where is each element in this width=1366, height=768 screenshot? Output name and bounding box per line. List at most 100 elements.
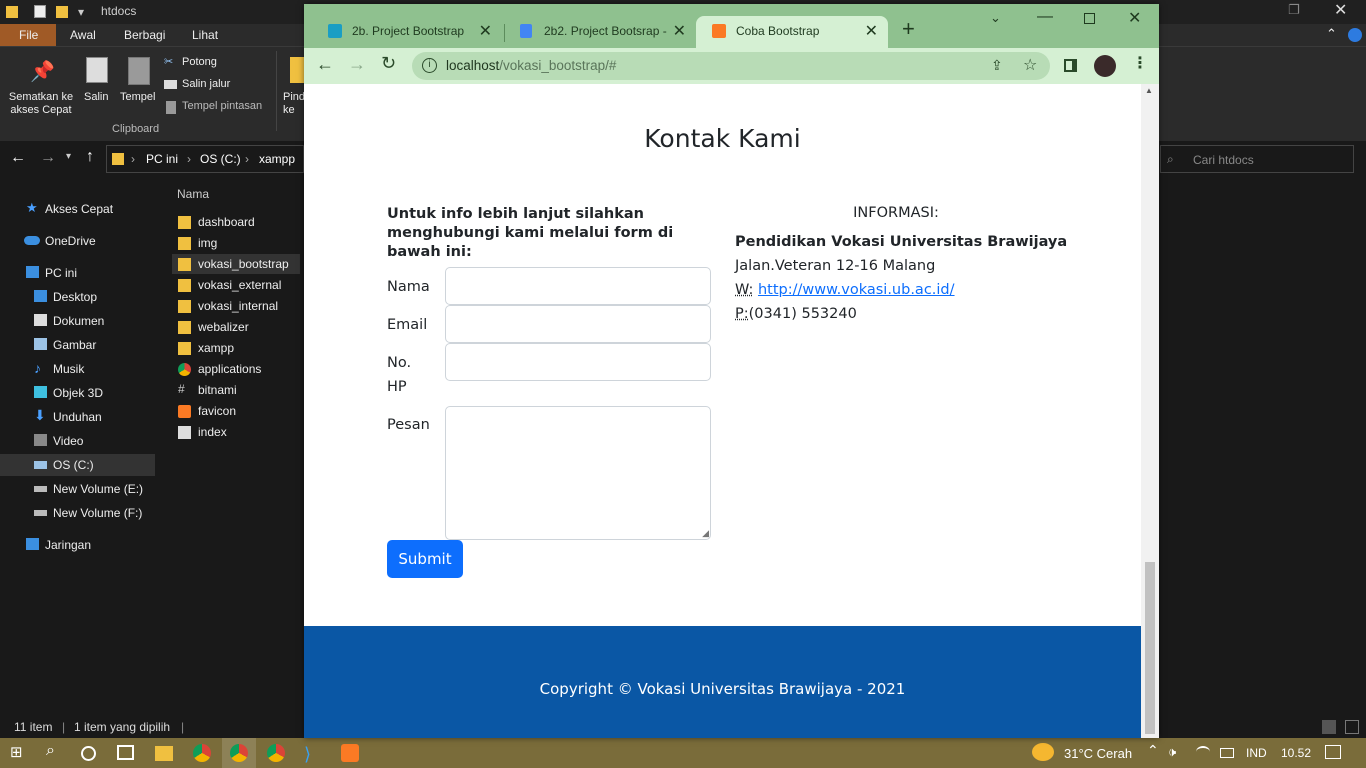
side-panel-icon[interactable] bbox=[1064, 59, 1077, 72]
wifi-icon[interactable] bbox=[1196, 746, 1210, 758]
maximize-icon[interactable] bbox=[1084, 13, 1095, 24]
sidebar-item-music[interactable]: ♪ Musik bbox=[0, 358, 155, 380]
list-item[interactable]: img bbox=[172, 233, 300, 253]
list-item[interactable]: favicon bbox=[172, 401, 300, 421]
list-item[interactable]: applications bbox=[172, 359, 300, 379]
vscode-icon[interactable]: ⟩ bbox=[304, 744, 322, 764]
profile-avatar[interactable] bbox=[1094, 55, 1116, 77]
sidebar-item-documents[interactable]: Dokumen bbox=[0, 310, 155, 332]
scrollbar-thumb[interactable] bbox=[1145, 562, 1155, 734]
task-view-icon[interactable] bbox=[117, 745, 134, 760]
list-item[interactable]: xampp bbox=[172, 338, 300, 358]
menu-awal[interactable]: Awal bbox=[70, 28, 96, 42]
speaker-icon[interactable]: 🕩 bbox=[1168, 744, 1176, 760]
name-input[interactable] bbox=[445, 267, 711, 305]
sidebar-item-3d[interactable]: Objek 3D bbox=[0, 382, 155, 404]
list-item[interactable]: # bitnami bbox=[172, 380, 300, 400]
close-tab-icon[interactable]: ✕ bbox=[479, 21, 492, 41]
language-indicator[interactable]: IND bbox=[1246, 746, 1267, 760]
forward-icon[interactable]: → bbox=[40, 149, 56, 167]
tab-search-icon[interactable]: ⌄ bbox=[990, 10, 1001, 26]
close-icon[interactable]: ✕ bbox=[1334, 0, 1347, 20]
sidebar-item-onedrive[interactable]: OneDrive bbox=[0, 230, 155, 252]
menu-kebab-icon[interactable]: ⋮ bbox=[1132, 53, 1148, 73]
collapse-ribbon-icon[interactable]: ⌃ bbox=[1326, 26, 1337, 42]
address-bar[interactable]: › PC ini › OS (C:) › xampp bbox=[106, 145, 304, 173]
close-window-icon[interactable]: ✕ bbox=[1128, 8, 1141, 28]
sidebar-item-downloads[interactable]: ⬇ Unduhan bbox=[0, 406, 155, 428]
list-item[interactable]: index bbox=[172, 422, 300, 442]
properties-icon[interactable] bbox=[34, 5, 46, 18]
web-link[interactable]: http://www.vokasi.ub.ac.id/ bbox=[758, 282, 955, 298]
tab-coba-bootstrap[interactable]: Coba Bootstrap ✕ bbox=[696, 16, 888, 48]
list-item[interactable]: vokasi_internal bbox=[172, 296, 300, 316]
help-icon[interactable] bbox=[1348, 28, 1362, 42]
email-input[interactable] bbox=[445, 305, 711, 343]
cortana-icon[interactable] bbox=[81, 746, 96, 761]
clock[interactable]: 10.52 bbox=[1281, 746, 1311, 760]
weather-text[interactable]: 31°C Cerah bbox=[1064, 746, 1132, 761]
list-item[interactable]: vokasi_external bbox=[172, 275, 300, 295]
new-tab-icon[interactable]: + bbox=[902, 18, 915, 40]
sidebar-item-pc[interactable]: PC ini bbox=[0, 262, 155, 284]
sidebar-item-video[interactable]: Video bbox=[0, 430, 155, 452]
minimize-icon[interactable]: — bbox=[1037, 8, 1053, 26]
breadcrumb-os[interactable]: OS (C:) bbox=[200, 152, 241, 166]
chrome-icon[interactable] bbox=[267, 744, 285, 762]
reload-icon[interactable]: ↻ bbox=[381, 53, 396, 74]
sidebar-item-quick-access[interactable]: ★ Akses Cepat bbox=[0, 198, 155, 220]
sidebar-item-pictures[interactable]: Gambar bbox=[0, 334, 155, 356]
paste-button[interactable]: Tempel bbox=[120, 91, 155, 103]
chrome-icon[interactable] bbox=[193, 744, 211, 762]
cut-button[interactable]: Potong bbox=[182, 56, 217, 68]
phone-input[interactable] bbox=[445, 343, 711, 381]
details-view-icon[interactable] bbox=[1322, 720, 1336, 734]
sidebar-item-os-c[interactable]: OS (C:) bbox=[0, 454, 155, 476]
chevron-up-icon[interactable]: ⌃ bbox=[1147, 742, 1159, 759]
tiles-view-icon[interactable] bbox=[1345, 720, 1359, 734]
paste-shortcut-button[interactable]: Tempel pintasan bbox=[182, 100, 262, 112]
menu-lihat[interactable]: Lihat bbox=[192, 28, 218, 42]
battery-icon[interactable] bbox=[1220, 748, 1234, 758]
back-icon[interactable]: ← bbox=[316, 54, 334, 75]
address-bar[interactable]: i localhost/vokasi_bootstrap/# ⇪ ☆ bbox=[412, 52, 1050, 80]
sidebar-item-desktop[interactable]: Desktop bbox=[0, 286, 155, 308]
weather-icon[interactable] bbox=[1032, 743, 1054, 761]
restore-icon[interactable]: ❐ bbox=[1288, 2, 1300, 18]
sidebar-item-volume-f[interactable]: New Volume (F:) bbox=[0, 502, 155, 524]
recent-locations-icon[interactable]: ▾ bbox=[66, 151, 71, 162]
resize-handle-icon[interactable]: ◢ bbox=[702, 528, 709, 539]
close-tab-icon[interactable]: ✕ bbox=[865, 21, 878, 41]
tab-project-bootstrap[interactable]: 2b. Project Bootstrap ✕ bbox=[312, 16, 502, 48]
bookmark-star-icon[interactable]: ☆ bbox=[1023, 55, 1037, 75]
menu-file[interactable]: File bbox=[19, 28, 38, 42]
scroll-up-icon[interactable]: ▲ bbox=[1145, 86, 1153, 95]
back-icon[interactable]: ← bbox=[10, 149, 26, 167]
move-to-button[interactable]: Pind ke bbox=[283, 91, 305, 117]
search-icon[interactable]: ⌕ bbox=[46, 742, 68, 764]
submit-button[interactable]: Submit bbox=[387, 540, 463, 578]
list-item[interactable]: dashboard bbox=[172, 212, 300, 232]
forward-icon[interactable]: → bbox=[348, 54, 366, 75]
customize-quick-access-icon[interactable]: ▾ bbox=[78, 5, 84, 19]
close-tab-icon[interactable]: ✕ bbox=[673, 21, 686, 41]
copy-path-button[interactable]: Salin jalur bbox=[182, 78, 230, 90]
copy-button[interactable]: Salin bbox=[84, 91, 108, 103]
list-item-selected[interactable]: vokasi_bootstrap bbox=[172, 254, 300, 274]
page-scrollbar[interactable]: ▲ bbox=[1141, 84, 1159, 738]
search-box[interactable]: ⌕ Cari htdocs bbox=[1160, 145, 1354, 173]
share-icon[interactable]: ⇪ bbox=[991, 57, 1003, 74]
chrome-icon[interactable] bbox=[230, 744, 248, 762]
tab-project-bootsrap-g[interactable]: 2b2. Project Bootsrap - G ✕ bbox=[504, 16, 696, 48]
file-explorer-icon[interactable] bbox=[155, 746, 173, 761]
sidebar-item-network[interactable]: Jaringan bbox=[0, 534, 155, 556]
column-header-name[interactable]: Nama bbox=[177, 187, 209, 201]
breadcrumb-xampp[interactable]: xampp bbox=[259, 152, 295, 166]
new-folder-icon[interactable] bbox=[56, 6, 68, 18]
sidebar-item-volume-e[interactable]: New Volume (E:) bbox=[0, 478, 155, 500]
message-textarea[interactable]: ◢ bbox=[445, 406, 711, 540]
pin-button[interactable]: Sematkan ke akses Cepat bbox=[6, 91, 76, 117]
windows-start-icon[interactable]: ⊞ bbox=[10, 743, 32, 765]
notifications-icon[interactable] bbox=[1325, 745, 1341, 759]
menu-berbagi[interactable]: Berbagi bbox=[124, 28, 165, 42]
